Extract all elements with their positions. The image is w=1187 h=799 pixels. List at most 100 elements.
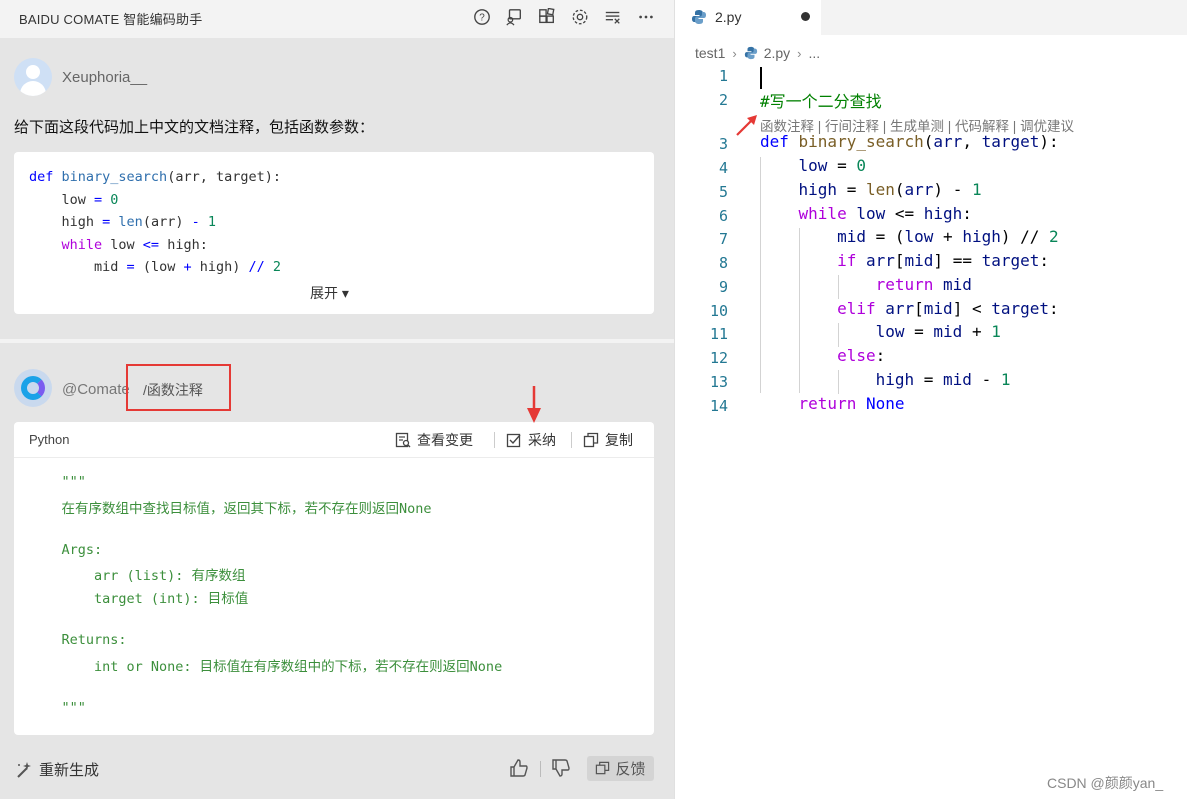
view-changes-label: 查看变更 [417, 432, 473, 448]
copy-label: 复制 [605, 432, 633, 448]
tab-2py[interactable]: 2.py [675, 0, 821, 35]
codelens-action[interactable]: 函数注释 [760, 119, 814, 134]
regenerate-button[interactable]: 重新生成 [15, 759, 99, 780]
code-token: mid [943, 370, 972, 389]
code-token: low [798, 156, 828, 175]
plugin-icon[interactable] [536, 6, 558, 28]
line-number: 10 [709, 302, 728, 320]
text-cursor [760, 67, 762, 89]
code-token: while [798, 204, 857, 223]
code-token: [ [894, 251, 905, 270]
line-number: 9 [718, 278, 728, 296]
codelens-action[interactable]: 生成单测 [890, 119, 944, 134]
thumbs-down-icon[interactable] [551, 758, 573, 780]
comate-avatar [14, 369, 52, 407]
code-token: // [248, 259, 273, 275]
code-editor[interactable]: 1 2 #写一个二分查找 3 def binary_search(arr, target… [675, 64, 1187, 764]
line-number: 8 [718, 254, 728, 272]
codelens-action[interactable]: 行间注释 [825, 119, 879, 134]
code-token: <= [142, 236, 168, 253]
code-token: - [191, 214, 208, 230]
code-line: elif arr[mid] < target: [760, 299, 1059, 318]
breadcrumb-folder[interactable]: test1 [695, 45, 725, 61]
user-code-block: def binary_search(arr, target): low = 0 … [14, 152, 654, 314]
code-token: while [29, 236, 111, 253]
settings-icon[interactable] [569, 6, 591, 28]
clear-icon[interactable] [602, 6, 624, 28]
code-token: : [1039, 251, 1050, 270]
more-icon[interactable] [635, 6, 657, 28]
chat-icon[interactable] [503, 6, 525, 28]
code-token: : [875, 346, 886, 365]
unsaved-dot-icon[interactable] [801, 12, 810, 21]
bot-name: @Comate [62, 381, 130, 398]
line-number: 3 [718, 135, 728, 153]
code-token: high [962, 227, 1001, 246]
code-token: [ [914, 299, 924, 318]
line-number: 13 [709, 373, 728, 391]
code-token: def [29, 169, 62, 185]
code-token: #写一个二分查找 [760, 92, 882, 111]
thumbs-up-icon[interactable] [509, 758, 531, 780]
view-changes-icon [395, 432, 411, 448]
user-prompt: 给下面这段代码加上中文的文档注释，包括函数参数： [14, 119, 375, 136]
user-code-line: high = len(arr) - 1 [29, 214, 217, 230]
code-token: mid [904, 251, 934, 270]
codelens-action[interactable]: 调优建议 [1020, 119, 1074, 134]
code-token: + [962, 322, 992, 341]
codelens-action[interactable]: 代码解释 [955, 119, 1009, 134]
code-line: low = mid + 1 [760, 322, 1001, 341]
line-number: 11 [709, 325, 728, 343]
feedback-button[interactable]: 反馈 [587, 756, 654, 781]
code-token: mid [837, 227, 866, 246]
code-line: return None [760, 394, 905, 413]
accept-button[interactable]: 采纳 [506, 429, 556, 451]
code-token: = [837, 180, 866, 199]
user-code-line: while low <= high: [29, 237, 208, 253]
code-line: else: [760, 346, 885, 365]
view-changes-button[interactable]: 查看变更 [395, 429, 473, 451]
code-token: len [865, 180, 895, 199]
code-token: binary_search [61, 169, 168, 185]
action-separator [494, 432, 495, 448]
code-token: (low [142, 259, 184, 275]
accept-label: 采纳 [528, 432, 556, 448]
regenerate-label: 重新生成 [39, 762, 100, 779]
breadcrumb-symbol[interactable]: ... [809, 45, 821, 61]
code-token: 1 [991, 322, 1001, 341]
line-number: 2 [718, 91, 728, 109]
indent-guide [838, 323, 839, 347]
code-token: return [875, 275, 944, 294]
copy-icon [583, 432, 599, 448]
code-token: len [118, 214, 143, 230]
help-icon[interactable]: ? [471, 6, 493, 28]
code-token: 0 [856, 156, 866, 175]
code-token: mid [933, 322, 963, 341]
code-token: return [798, 394, 866, 413]
breadcrumb-file[interactable]: 2.py [764, 45, 790, 61]
expand-button[interactable]: 展开 ▾ [310, 283, 349, 303]
docstring-line: target (int): 目标值 [29, 591, 249, 607]
annotation-arrow-diagonal [736, 115, 757, 136]
line-number: 6 [718, 207, 728, 225]
code-token: elif [837, 299, 886, 318]
code-token: 2 [1049, 227, 1059, 246]
code-token: mid [29, 259, 127, 275]
user-avatar [14, 58, 52, 96]
copy-button[interactable]: 复制 [583, 429, 633, 451]
watermark: CSDN @颜颜yan_ [1047, 775, 1164, 791]
line-number: 7 [718, 230, 728, 248]
result-header: Python 查看变更 采纳 复制 [14, 422, 654, 458]
svg-text:?: ? [479, 13, 485, 24]
code-token: - [971, 370, 1001, 389]
code-line: low = 0 [760, 156, 866, 175]
code-token: high [29, 214, 103, 230]
code-token: high [923, 204, 963, 223]
code-line: while low <= high: [760, 204, 972, 223]
breadcrumb-chevron-icon: › [732, 45, 737, 61]
code-token: else [837, 346, 876, 365]
